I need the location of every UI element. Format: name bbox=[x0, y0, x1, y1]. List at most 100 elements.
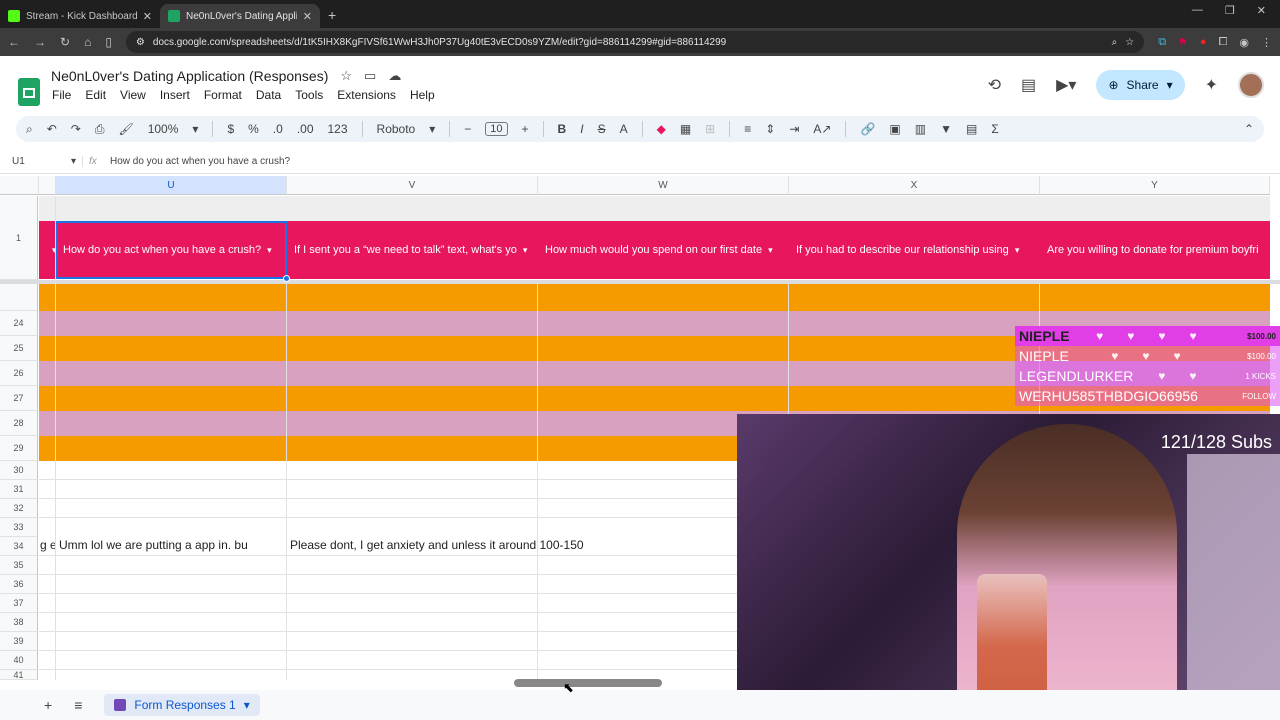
all-sheets-icon[interactable]: ≡ bbox=[74, 697, 82, 713]
row-header[interactable]: 30 bbox=[0, 461, 38, 480]
home-icon[interactable]: ⌂ bbox=[84, 35, 91, 49]
chrome-menu-icon[interactable]: ⋮ bbox=[1261, 36, 1272, 49]
zoom-select[interactable]: 100% bbox=[148, 122, 179, 136]
row-header[interactable]: 1 bbox=[0, 196, 38, 280]
more-formats-button[interactable]: 123 bbox=[328, 122, 348, 136]
row-header[interactable]: 29 bbox=[0, 436, 38, 461]
row-header[interactable]: 25 bbox=[0, 336, 38, 361]
header-cell-x[interactable]: If you had to describe our relationship … bbox=[789, 221, 1040, 279]
extension-icon[interactable]: ● bbox=[1200, 36, 1207, 48]
back-icon[interactable]: ← bbox=[8, 35, 20, 49]
row-header[interactable] bbox=[0, 284, 38, 311]
formula-input[interactable]: How do you act when you have a crush? bbox=[110, 156, 290, 167]
add-sheet-icon[interactable]: + bbox=[44, 697, 52, 713]
chevron-down-icon[interactable]: ▾ bbox=[192, 122, 198, 136]
row-header[interactable]: 26 bbox=[0, 361, 38, 386]
meet-icon[interactable]: ▶▾ bbox=[1056, 75, 1076, 95]
collapse-menus-icon[interactable]: ⌃ bbox=[1244, 122, 1254, 136]
column-header-x[interactable]: X bbox=[789, 176, 1040, 195]
selection-handle[interactable] bbox=[283, 275, 290, 282]
row-header[interactable]: 40 bbox=[0, 651, 38, 670]
close-window-icon[interactable]: ✕ bbox=[1257, 4, 1266, 17]
header-cell-y[interactable]: Are you willing to donate for premium bo… bbox=[1040, 221, 1270, 279]
browser-tab-kick[interactable]: Stream - Kick Dashboard ✕ bbox=[0, 4, 160, 28]
menu-edit[interactable]: Edit bbox=[85, 88, 106, 102]
insert-comment-icon[interactable]: ▣ bbox=[889, 122, 900, 136]
column-header-t[interactable] bbox=[39, 176, 56, 195]
text-color-icon[interactable]: A bbox=[620, 122, 628, 136]
reload-icon[interactable]: ↻ bbox=[60, 35, 70, 49]
header-cell-w[interactable]: How much would you spend on our first da… bbox=[538, 221, 789, 279]
profile-avatar-icon[interactable]: ◉ bbox=[1239, 36, 1249, 49]
bookmark-star-icon[interactable]: ☆ bbox=[1125, 37, 1134, 48]
new-tab-button[interactable]: + bbox=[328, 7, 336, 23]
browser-tab-sheets[interactable]: Ne0nL0ver's Dating Applicatio ✕ bbox=[160, 4, 320, 28]
menu-tools[interactable]: Tools bbox=[295, 88, 323, 102]
filter-views-icon[interactable]: ▤ bbox=[966, 122, 977, 136]
header-cell-v[interactable]: If I sent you a “we need to talk” text, … bbox=[287, 221, 538, 279]
menu-extensions[interactable]: Extensions bbox=[337, 88, 396, 102]
decrease-decimal-button[interactable]: .0 bbox=[273, 122, 283, 136]
print-icon[interactable]: ⎙ bbox=[95, 122, 105, 137]
zoom-icon[interactable]: ⌕ bbox=[1112, 37, 1118, 48]
row-header[interactable]: 32 bbox=[0, 499, 38, 518]
chevron-down-icon[interactable]: ▾ bbox=[429, 122, 435, 136]
extension-icon[interactable]: ⚑ bbox=[1178, 36, 1188, 49]
chevron-down-icon[interactable]: ▾ bbox=[267, 245, 272, 256]
bold-icon[interactable]: B bbox=[558, 122, 567, 136]
row-header[interactable]: 37 bbox=[0, 594, 38, 613]
merge-cells-icon[interactable]: ⊞ bbox=[705, 122, 715, 136]
row-header[interactable]: 35 bbox=[0, 556, 38, 575]
corner-cell[interactable] bbox=[0, 176, 39, 195]
font-size-decrease-button[interactable]: − bbox=[464, 122, 471, 136]
row-header[interactable]: 39 bbox=[0, 632, 38, 651]
avatar[interactable] bbox=[1238, 72, 1264, 98]
header-cell-u[interactable]: How do you act when you have a crush? ▾ bbox=[56, 221, 287, 279]
column-header-w[interactable]: W bbox=[538, 176, 789, 195]
row-header[interactable]: 24 bbox=[0, 311, 38, 336]
version-history-icon[interactable]: ⟲ bbox=[988, 75, 1001, 95]
forward-icon[interactable]: → bbox=[34, 35, 46, 49]
text-wrap-icon[interactable]: ⇥ bbox=[789, 122, 799, 136]
redo-icon[interactable]: ↷ bbox=[71, 122, 81, 136]
move-folder-icon[interactable]: ▭ bbox=[364, 68, 376, 84]
increase-decimal-button[interactable]: .00 bbox=[297, 122, 314, 136]
cloud-saved-icon[interactable]: ☁ bbox=[388, 68, 401, 84]
undo-icon[interactable]: ↶ bbox=[47, 122, 57, 136]
row-header[interactable]: 28 bbox=[0, 411, 38, 436]
insert-chart-icon[interactable]: ▥ bbox=[915, 122, 926, 136]
comments-icon[interactable]: ▤ bbox=[1021, 75, 1036, 95]
menu-insert[interactable]: Insert bbox=[160, 88, 190, 102]
header-cell-t[interactable]: ▾ bbox=[39, 221, 56, 279]
menu-format[interactable]: Format bbox=[204, 88, 242, 102]
omnibox[interactable]: ⚙ docs.google.com/spreadsheets/d/1tK5IHX… bbox=[125, 31, 1145, 53]
chevron-down-icon[interactable]: ▾ bbox=[244, 698, 250, 712]
menu-help[interactable]: Help bbox=[410, 88, 435, 102]
borders-icon[interactable]: ▦ bbox=[680, 122, 691, 136]
share-button[interactable]: ⊕ Share ▾ bbox=[1096, 70, 1185, 100]
cell-v34[interactable]: Please dont, I get anxiety and unless it… bbox=[290, 538, 584, 552]
search-menus-icon[interactable]: ⌕ bbox=[26, 122, 33, 137]
horizontal-scrollbar-thumb[interactable] bbox=[514, 679, 662, 687]
font-size-input[interactable]: 10 bbox=[485, 122, 508, 136]
cell-u34[interactable]: Umm lol we are putting a app in. bu bbox=[59, 538, 287, 552]
name-box[interactable]: U1 ▾ bbox=[0, 156, 82, 167]
row-header[interactable]: 41 bbox=[0, 670, 38, 680]
cell-t34[interactable]: g e bbox=[40, 538, 55, 552]
row-header[interactable]: 33 bbox=[0, 518, 38, 537]
row-header[interactable]: 38 bbox=[0, 613, 38, 632]
chevron-down-icon[interactable]: ▾ bbox=[71, 156, 76, 167]
document-title[interactable]: Ne0nL0ver's Dating Application (Response… bbox=[51, 68, 328, 84]
extension-icon[interactable]: ⧉ bbox=[1158, 36, 1166, 49]
column-header-u[interactable]: U bbox=[56, 176, 287, 195]
percent-format-button[interactable]: % bbox=[248, 122, 259, 136]
row-header[interactable]: 31 bbox=[0, 480, 38, 499]
chevron-down-icon[interactable]: ▾ bbox=[523, 245, 528, 256]
site-info-icon[interactable]: ⚙ bbox=[136, 37, 145, 48]
currency-format-button[interactable]: $ bbox=[227, 122, 234, 136]
fill-color-icon[interactable]: ◆ bbox=[657, 122, 666, 136]
vertical-align-icon[interactable]: ⇕ bbox=[765, 122, 775, 136]
strikethrough-icon[interactable]: S bbox=[598, 122, 606, 136]
insert-link-icon[interactable]: 🔗 bbox=[860, 122, 875, 136]
menu-file[interactable]: File bbox=[52, 88, 71, 102]
